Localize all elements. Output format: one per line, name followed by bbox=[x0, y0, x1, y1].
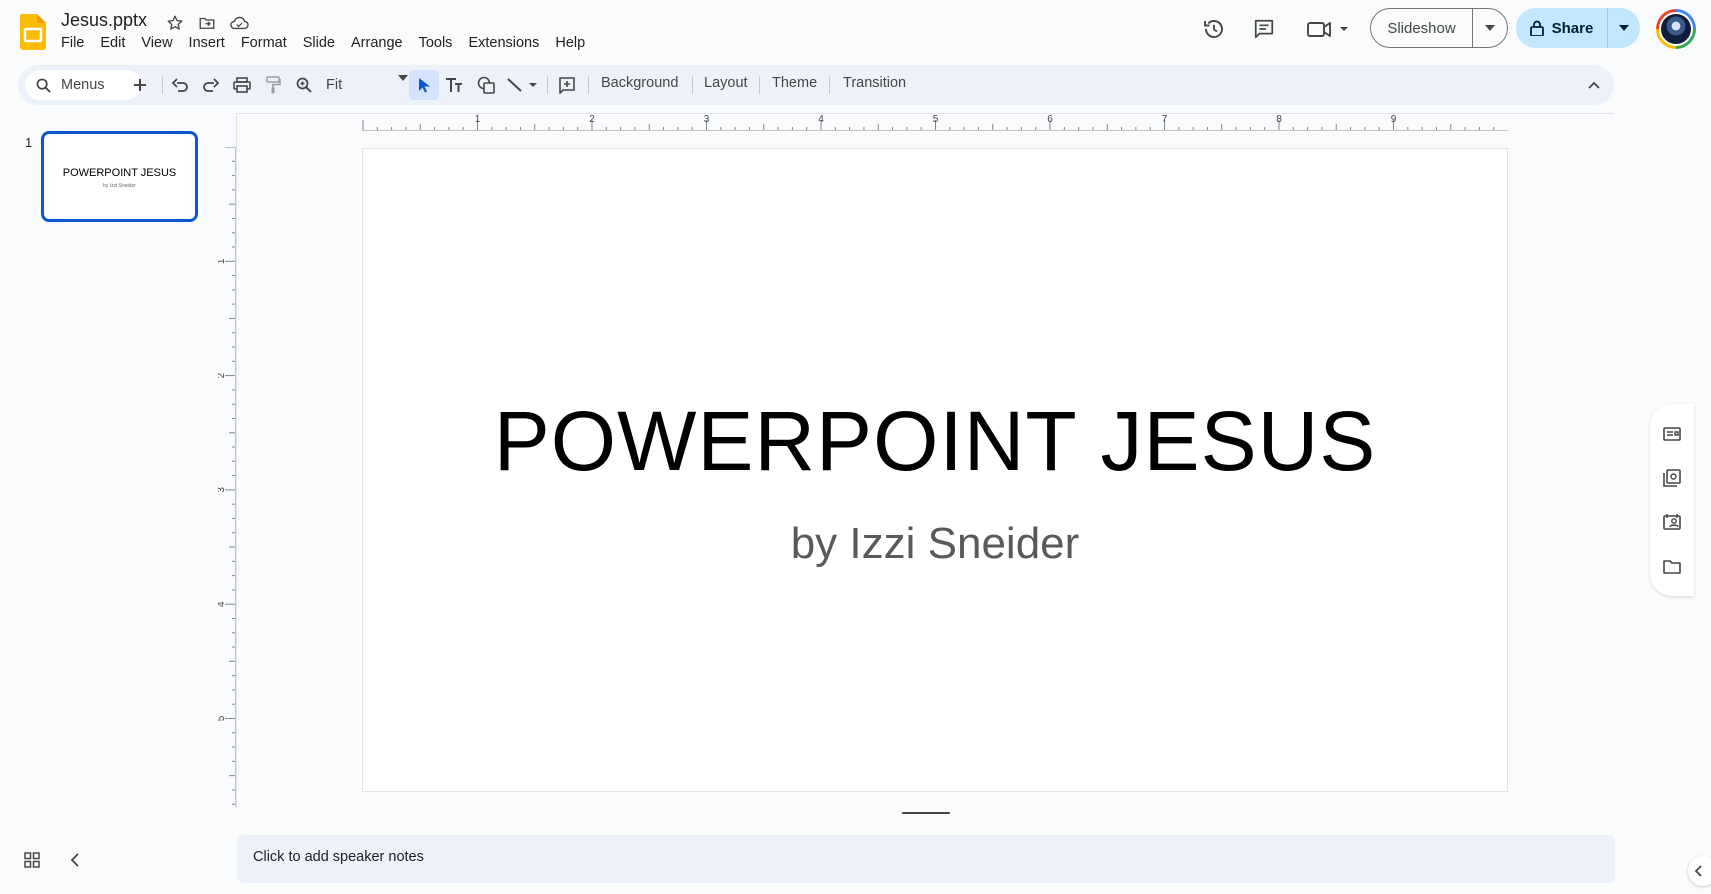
search-icon bbox=[36, 78, 51, 93]
slideshow-button-group: Slideshow bbox=[1370, 8, 1508, 48]
slide-thumbnail[interactable]: POWERPOINT JESUS by Izzi Sneider bbox=[41, 131, 198, 222]
collapse-menus-icon[interactable] bbox=[1581, 72, 1607, 98]
toolbar-divider bbox=[759, 76, 760, 94]
side-panel bbox=[1650, 404, 1694, 596]
toolbar-divider bbox=[547, 76, 548, 94]
slide-subtitle[interactable]: by Izzi Sneider bbox=[363, 519, 1507, 569]
paint-format-icon[interactable] bbox=[260, 72, 286, 98]
slideshow-button[interactable]: Slideshow bbox=[1371, 9, 1473, 47]
slideshow-dropdown-icon[interactable] bbox=[1473, 9, 1507, 47]
print-icon[interactable] bbox=[229, 72, 255, 98]
toolbar-divider bbox=[588, 76, 589, 94]
layout-button[interactable]: Layout bbox=[704, 75, 748, 91]
zoom-value: Fit bbox=[326, 77, 343, 93]
ruler-label: 1 bbox=[218, 258, 227, 264]
ruler-label: 9 bbox=[1391, 114, 1397, 125]
hide-filmstrip-icon[interactable] bbox=[70, 852, 80, 868]
share-button[interactable]: Share bbox=[1516, 8, 1608, 48]
cloud-saved-icon[interactable] bbox=[228, 12, 250, 34]
ruler-label: 4 bbox=[218, 601, 227, 607]
text-box-icon[interactable] bbox=[441, 72, 467, 98]
theme-button[interactable]: Theme bbox=[772, 75, 817, 91]
menu-arrange[interactable]: Arrange bbox=[343, 34, 411, 52]
app-header: Jesus.pptx File Edit View Insert Format … bbox=[0, 0, 1711, 62]
ruler-label: 5 bbox=[933, 114, 939, 125]
account-avatar[interactable] bbox=[1656, 9, 1696, 49]
share-dropdown-icon[interactable] bbox=[1608, 8, 1640, 48]
ruler-label: 5 bbox=[218, 715, 227, 721]
background-button[interactable]: Background bbox=[601, 75, 678, 91]
grid-view-icon[interactable] bbox=[24, 852, 40, 868]
ruler-label: 4 bbox=[818, 114, 824, 125]
zoom-icon[interactable] bbox=[291, 72, 317, 98]
slide-number: 1 bbox=[25, 135, 33, 150]
version-history-icon[interactable] bbox=[1196, 11, 1232, 47]
move-to-folder-icon[interactable] bbox=[196, 12, 218, 34]
select-tool-icon[interactable] bbox=[409, 70, 439, 100]
new-slide-icon[interactable] bbox=[127, 72, 153, 98]
ruler-label: 8 bbox=[1276, 114, 1282, 125]
redo-icon[interactable] bbox=[198, 72, 224, 98]
main-toolbar: Menus Fit Background Layout Theme Transi… bbox=[18, 65, 1614, 105]
share-button-group: Share bbox=[1516, 8, 1640, 48]
ruler-label: 3 bbox=[218, 487, 227, 493]
toolbar-divider bbox=[162, 76, 163, 94]
star-icon[interactable] bbox=[164, 12, 186, 34]
meet-camera-icon[interactable] bbox=[1302, 11, 1352, 47]
menu-extensions[interactable]: Extensions bbox=[460, 34, 547, 52]
menu-help[interactable]: Help bbox=[547, 34, 593, 52]
search-menus-label: Menus bbox=[61, 77, 105, 93]
slide-editor[interactable]: POWERPOINT JESUS by Izzi Sneider bbox=[362, 148, 1508, 792]
toolbar-divider bbox=[692, 76, 693, 94]
share-label: Share bbox=[1551, 19, 1594, 37]
horizontal-ruler[interactable]: 1 2 3 4 5 6 7 8 9 bbox=[362, 113, 1508, 131]
menu-edit[interactable]: Edit bbox=[92, 34, 133, 52]
photos-icon[interactable] bbox=[1661, 467, 1683, 489]
menu-view[interactable]: View bbox=[133, 34, 180, 52]
ruler-label: 3 bbox=[704, 114, 710, 125]
folder-icon[interactable] bbox=[1661, 555, 1683, 577]
search-menus-button[interactable]: Menus bbox=[25, 70, 141, 100]
menu-insert[interactable]: Insert bbox=[181, 34, 233, 52]
shape-icon[interactable] bbox=[473, 72, 499, 98]
ruler-label: 6 bbox=[1047, 114, 1053, 125]
slide-title[interactable]: POWERPOINT JESUS bbox=[363, 393, 1507, 490]
show-side-panel-icon[interactable] bbox=[1688, 856, 1711, 886]
comments-icon[interactable] bbox=[1246, 11, 1282, 47]
undo-icon[interactable] bbox=[167, 72, 193, 98]
menu-tools[interactable]: Tools bbox=[411, 34, 461, 52]
ruler-label: 7 bbox=[1162, 114, 1168, 125]
ruler-label: 2 bbox=[218, 372, 227, 378]
menu-format[interactable]: Format bbox=[233, 34, 295, 52]
menu-slide[interactable]: Slide bbox=[295, 34, 343, 52]
toolbar-divider bbox=[829, 76, 830, 94]
insert-comment-icon[interactable] bbox=[554, 72, 580, 98]
line-tool-icon[interactable] bbox=[504, 72, 540, 98]
zoom-dropdown-icon bbox=[398, 75, 408, 81]
ruler-label: 1 bbox=[475, 114, 481, 125]
keep-notes-icon[interactable] bbox=[1661, 423, 1683, 445]
thumbnail-subtitle: by Izzi Sneider bbox=[103, 183, 136, 189]
speaker-notes[interactable]: Click to add speaker notes bbox=[237, 835, 1615, 883]
thumbnail-title: POWERPOINT JESUS bbox=[62, 167, 177, 179]
transition-button[interactable]: Transition bbox=[843, 75, 906, 91]
zoom-select[interactable]: Fit bbox=[326, 73, 408, 97]
slides-logo-icon[interactable] bbox=[20, 14, 46, 50]
ruler-label: 2 bbox=[589, 114, 595, 125]
contacts-icon[interactable] bbox=[1661, 511, 1683, 533]
document-title[interactable]: Jesus.pptx bbox=[61, 10, 147, 31]
menu-file[interactable]: File bbox=[53, 34, 92, 52]
lock-icon bbox=[1529, 20, 1544, 36]
menu-bar: File Edit View Insert Format Slide Arran… bbox=[53, 34, 593, 52]
notes-resize-handle[interactable] bbox=[902, 812, 950, 814]
vertical-ruler[interactable]: 1 2 3 4 5 bbox=[218, 147, 236, 807]
